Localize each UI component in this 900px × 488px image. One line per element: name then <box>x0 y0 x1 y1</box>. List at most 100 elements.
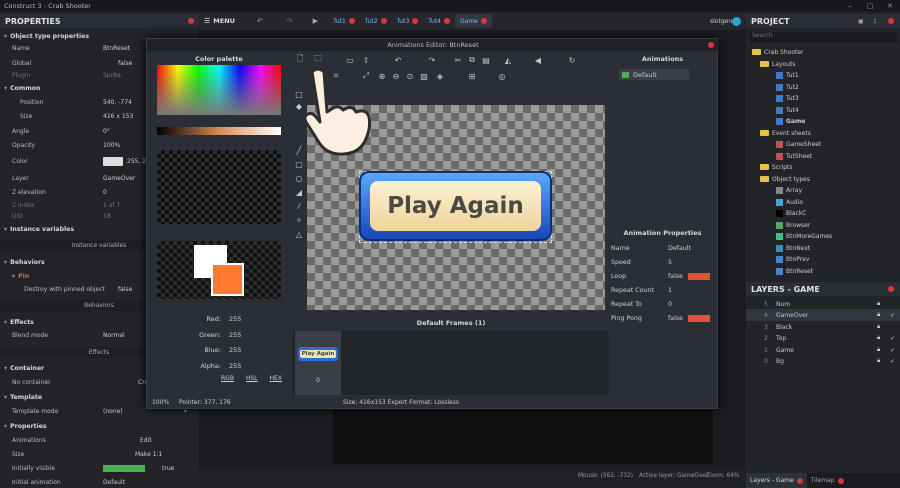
tab-tut4[interactable]: Tut4 <box>423 14 455 28</box>
tree-array[interactable]: Array <box>776 185 802 195</box>
layer-row[interactable]: 4 GameOver 🔒︎ ✓ <box>746 309 900 321</box>
tree-audio[interactable]: Audio <box>776 197 803 207</box>
play-icon[interactable]: ▶ <box>313 17 318 25</box>
anim-prop-repeat-to[interactable]: Repeat To 0 <box>611 298 714 310</box>
tree-tut1[interactable]: Tut1 <box>776 70 799 80</box>
user-name[interactable]: slotgen <box>710 18 732 25</box>
tree-tut4[interactable]: Tut4 <box>776 105 799 115</box>
tree-blackc[interactable]: BlackC <box>776 208 806 218</box>
image-icon[interactable]: ▨ <box>419 71 429 81</box>
folder-icon <box>752 49 761 55</box>
layer-row[interactable]: 0 Bg 🔒︎ ✓ <box>746 355 900 367</box>
hamburger-icon[interactable]: ☰ <box>204 17 210 25</box>
tree-tutsheet[interactable]: TutSheet <box>776 151 812 161</box>
collision-poly-icon[interactable]: △ <box>294 229 304 239</box>
zoom-out-icon[interactable]: ⊖ <box>391 71 401 81</box>
tree-tut3[interactable]: Tut3 <box>776 93 799 103</box>
copy-icon[interactable]: ⧉ <box>467 55 477 65</box>
minimize-icon[interactable]: – <box>840 0 860 12</box>
tree-layouts[interactable]: Layouts <box>760 59 796 69</box>
undo-icon[interactable]: ↶ <box>257 17 263 25</box>
blue-field[interactable]: Blue: 255 <box>161 346 281 358</box>
green-field[interactable]: Green: 255 <box>161 331 281 343</box>
anim-prop-ping-pong[interactable]: Ping Pong false <box>611 312 714 324</box>
loop-toggle[interactable] <box>688 272 710 280</box>
prop-size-make[interactable]: Size Make 1:1 <box>0 449 198 460</box>
dialog-titlebar[interactable]: Animations Editor: BtnReset <box>147 39 719 51</box>
animation-item-default[interactable]: Default <box>619 69 689 80</box>
tree-game[interactable]: Game <box>776 116 805 126</box>
zoom-in-icon[interactable]: ⊕ <box>377 71 387 81</box>
red-field[interactable]: Red: 255 <box>161 315 281 327</box>
secondary-color-swatch[interactable] <box>211 263 244 296</box>
rgb-mode-link[interactable]: RGB <box>221 375 234 382</box>
tree-browser[interactable]: Browser <box>776 220 810 230</box>
tree-btnprev[interactable]: BtnPrev <box>776 254 809 264</box>
close-icon[interactable]: ✕ <box>880 0 900 12</box>
project-panel: PROJECT ▣ ⋮ Search Crab Shooter Layouts … <box>746 12 900 280</box>
section-properties[interactable]: Properties <box>0 421 198 432</box>
eyedropper-icon[interactable]: ⁄ <box>294 201 304 211</box>
ping-pong-toggle[interactable] <box>688 314 710 322</box>
properties-close-icon[interactable] <box>188 18 194 24</box>
visible-toggle-bar[interactable] <box>103 465 145 472</box>
tab-tut2[interactable]: Tut2 <box>360 14 392 28</box>
prop-initial-animation[interactable]: Initial animation Default <box>0 477 198 488</box>
layer-row[interactable]: 2 Top 🔒︎ ✓ <box>746 332 900 344</box>
palette-swatches[interactable] <box>157 150 281 224</box>
menu-button[interactable]: MENU <box>213 17 235 25</box>
anim-prop-name[interactable]: Name Default <box>611 242 714 254</box>
undo-icon[interactable]: ↶ <box>393 55 403 65</box>
layers-close-icon[interactable] <box>888 286 894 292</box>
tree-scripts[interactable]: Scripts <box>760 162 793 172</box>
tab-tut1[interactable]: Tut1 <box>328 14 360 28</box>
tab-game[interactable]: Game <box>455 14 492 28</box>
tree-tut2[interactable]: Tut2 <box>776 82 799 92</box>
window-icon[interactable]: ▣ <box>858 18 864 25</box>
color-swatch[interactable] <box>103 157 123 166</box>
flip-icon[interactable]: ◭ <box>503 55 513 65</box>
shade-slider[interactable] <box>157 127 281 135</box>
redo-icon[interactable]: ↷ <box>427 55 437 65</box>
origin-icon[interactable]: ◎ <box>497 71 507 81</box>
hsl-mode-link[interactable]: HSL <box>246 375 258 382</box>
search-input[interactable]: Search <box>749 32 897 42</box>
tab-tilemap[interactable]: Tilemap <box>807 477 848 484</box>
anim-prop-repeat-count[interactable]: Repeat Count 1 <box>611 284 714 296</box>
mirror-icon[interactable]: ◀ <box>533 55 543 65</box>
project-close-icon[interactable] <box>888 18 894 24</box>
color-spectrum[interactable] <box>157 65 281 115</box>
more-icon[interactable]: ⋮ <box>872 18 878 25</box>
frame-thumbnail[interactable]: Play Again 0 <box>295 331 341 395</box>
fill-icon[interactable]: ◢ <box>294 187 304 197</box>
tab-layers-game[interactable]: Layers - Game <box>746 473 807 488</box>
prop-animations[interactable]: Animations Edit <box>0 435 198 446</box>
tree-btnnext[interactable]: BtnNext <box>776 243 810 253</box>
maximize-icon[interactable]: □ <box>860 0 880 12</box>
dialog-close-icon[interactable] <box>708 42 714 48</box>
alpha-field[interactable]: Alpha: 255 <box>161 362 281 374</box>
tree-btnreset[interactable]: BtnReset <box>776 266 813 276</box>
tree-root[interactable]: Crab Shooter <box>752 47 804 57</box>
prop-initially-visible[interactable]: Initially visible true <box>0 463 198 474</box>
rect-tool-icon[interactable]: ▢ <box>294 159 304 169</box>
tab-tut3[interactable]: Tut3 <box>392 14 424 28</box>
grid-icon[interactable]: ⊞ <box>467 71 477 81</box>
cut-icon[interactable]: ✂ <box>453 55 463 65</box>
tree-btnmoregames[interactable]: BtnMoreGames <box>776 231 832 241</box>
anim-prop-speed[interactable]: Speed 5 <box>611 256 714 268</box>
zoom-fit-icon[interactable]: ⊙ <box>405 71 415 81</box>
avatar[interactable] <box>732 16 741 26</box>
layers-icon[interactable]: ◈ <box>435 71 445 81</box>
ellipse-tool-icon[interactable]: ○ <box>294 173 304 183</box>
tree-gamesheet[interactable]: GameSheet <box>776 139 821 149</box>
frames-strip: Play Again 0 <box>293 331 609 395</box>
paste-icon[interactable]: ▤ <box>481 55 491 65</box>
tree-event-sheets[interactable]: Event sheets <box>760 128 811 138</box>
tree-object-types[interactable]: Object types <box>760 174 810 184</box>
hex-mode-link[interactable]: HEX <box>270 375 282 382</box>
anim-prop-loop[interactable]: Loop false <box>611 270 714 282</box>
origin-point-icon[interactable]: ✧ <box>294 215 304 225</box>
redo-icon[interactable]: ↷ <box>287 17 293 25</box>
rotate-icon[interactable]: ↻ <box>567 55 577 65</box>
